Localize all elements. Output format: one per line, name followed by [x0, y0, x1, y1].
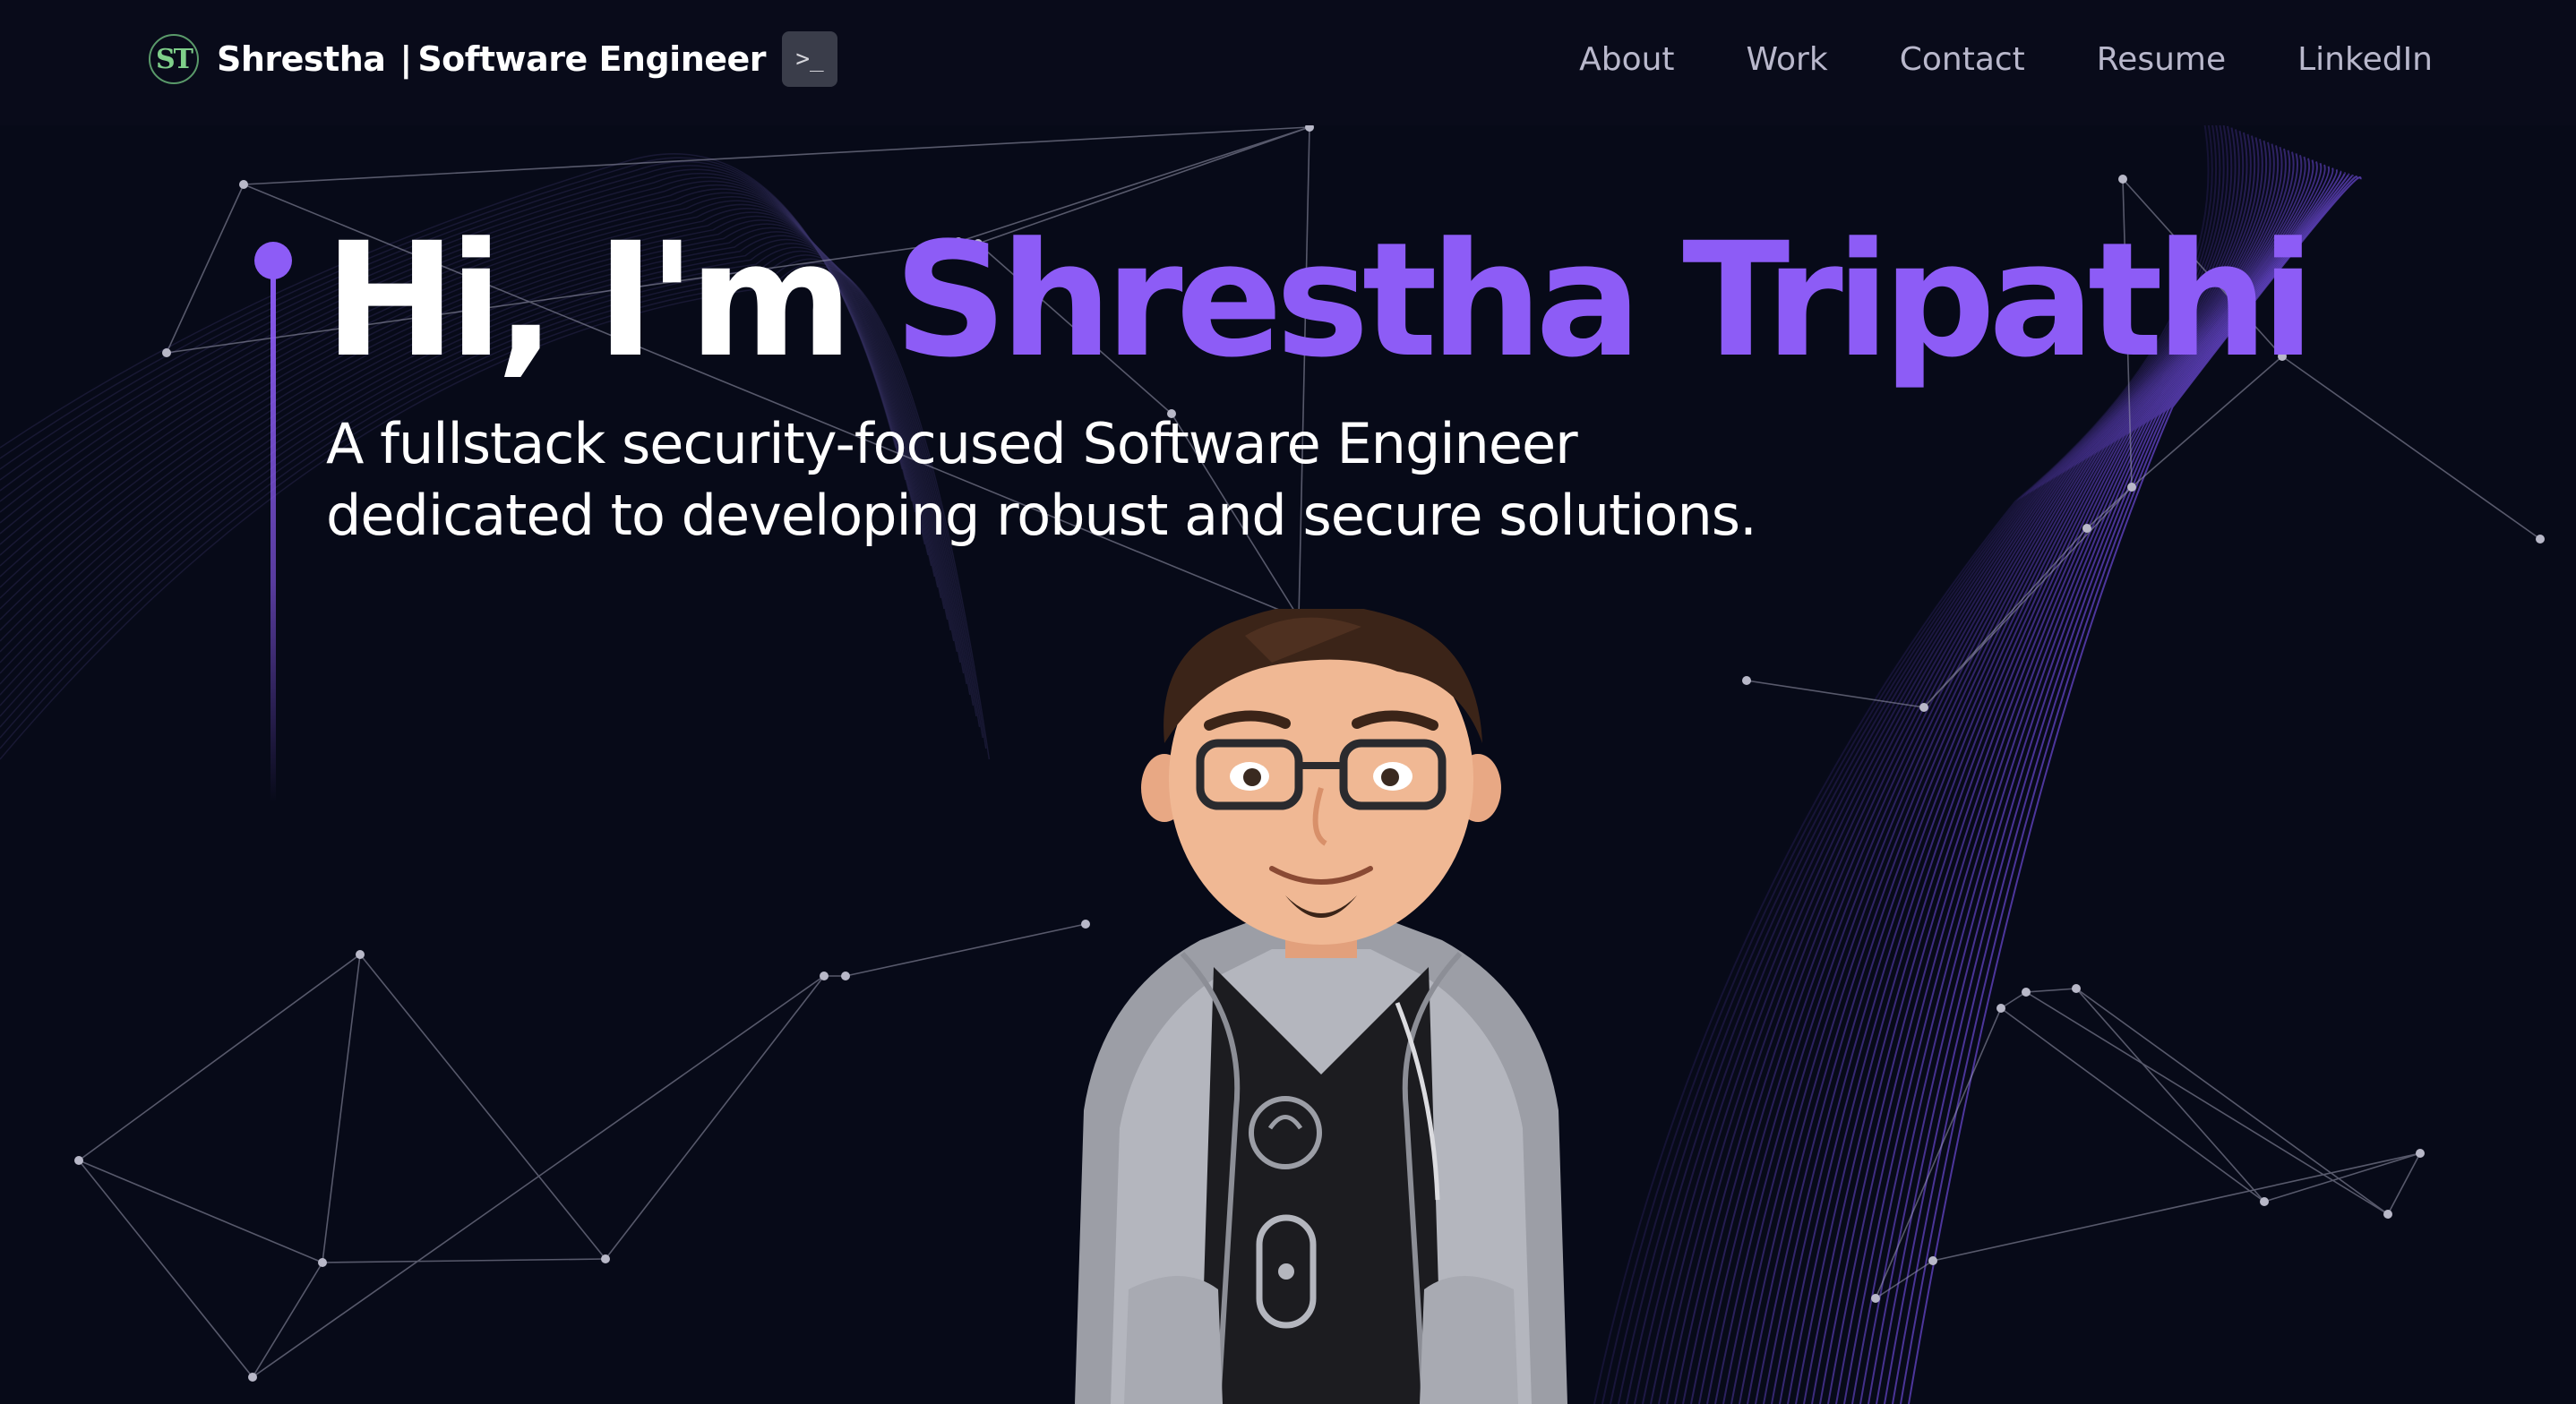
accent-line [270, 256, 276, 802]
terminal-icon[interactable]: >_ [782, 31, 838, 87]
nav-link-contact[interactable]: Contact [1900, 41, 2025, 78]
nav-link-about[interactable]: About [1579, 41, 1674, 78]
avatar-illustration [1075, 609, 1567, 1404]
hero-title: Hi, I'm Shrestha Tripathi [324, 209, 2315, 392]
brand[interactable]: ST Shrestha | Software Engineer >_ [149, 30, 838, 88]
nav-links: About Work Contact Resume LinkedIn [1579, 30, 2433, 88]
top-navbar: ST Shrestha | Software Engineer >_ About… [0, 0, 2576, 125]
hero-tagline-line1: A fullstack security-focused Software En… [326, 411, 1578, 476]
hero-tagline: A fullstack security-focused Software En… [326, 408, 1849, 552]
hero-greeting: Hi, I'm [324, 209, 854, 392]
nav-link-linkedin[interactable]: LinkedIn [2297, 41, 2433, 78]
brand-separator: | [399, 39, 413, 79]
logo[interactable]: ST [149, 34, 199, 84]
brand-role: Software Engineer [417, 39, 767, 79]
nav-link-resume[interactable]: Resume [2097, 41, 2226, 78]
brand-name: Shrestha [217, 39, 386, 79]
nav-link-work[interactable]: Work [1747, 41, 1828, 78]
hero-name: Shrestha Tripathi [893, 209, 2315, 392]
terminal-glyph: >_ [795, 46, 824, 73]
hero-tagline-line2: dedicated to developing robust and secur… [326, 483, 1757, 548]
